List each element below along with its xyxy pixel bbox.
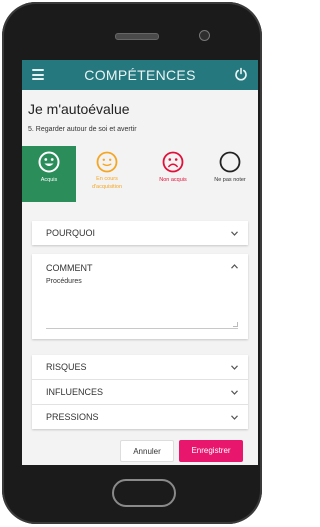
home-button[interactable]	[112, 479, 176, 507]
phone-speaker	[115, 33, 159, 40]
save-button[interactable]: Enregistrer	[179, 440, 243, 462]
resize-handle-icon[interactable]	[233, 322, 238, 327]
rating-label: Ne pas noter	[214, 177, 246, 183]
rating-non-acquis[interactable]: Non acquis	[146, 146, 200, 202]
section-title: PRESSIONS	[46, 412, 99, 422]
chevron-down-icon	[231, 231, 238, 236]
section-title: RISQUES	[46, 362, 87, 372]
neutral-smile-face-icon	[96, 151, 118, 173]
chevron-down-icon	[231, 365, 238, 370]
chevron-up-icon[interactable]	[231, 264, 238, 269]
textarea-underline	[46, 328, 238, 329]
rating-label: En cours	[96, 176, 118, 182]
section-influences[interactable]: INFLUENCES	[32, 380, 248, 405]
smile-face-icon	[38, 151, 60, 173]
section-pressions[interactable]: PRESSIONS	[32, 405, 248, 429]
rating-ne-pas-noter[interactable]: Ne pas noter	[202, 146, 258, 202]
app-title: COMPÉTENCES	[84, 67, 196, 83]
screen: COMPÉTENCES Je m'autoévalue 5. Regarder …	[22, 60, 258, 465]
section-risques[interactable]: RISQUES	[32, 355, 248, 380]
rating-en-cours[interactable]: En cours d'acquisition	[80, 146, 134, 202]
chevron-down-icon	[231, 415, 238, 420]
empty-circle-icon	[219, 151, 241, 173]
section-title: INFLUENCES	[46, 387, 104, 397]
section-comment: COMMENT Procédures	[32, 254, 248, 339]
rating-options: Acquis En cours d'acquisition Non acquis…	[22, 146, 258, 202]
rating-label: Acquis	[40, 177, 58, 183]
phone-frame: COMPÉTENCES Je m'autoévalue 5. Regarder …	[2, 2, 262, 524]
rating-label-line2: d'acquisition	[91, 184, 123, 190]
section-pourquoi[interactable]: POURQUOI	[32, 221, 248, 245]
page-title: Je m'autoévalue	[28, 101, 130, 117]
sad-face-icon	[162, 151, 184, 173]
question-text: 5. Regarder autour de soi et avertir	[28, 126, 137, 133]
accordion-header[interactable]: POURQUOI	[32, 221, 248, 245]
section-title: POURQUOI	[46, 228, 96, 238]
comment-textarea[interactable]: Procédures	[46, 278, 82, 285]
rating-label: Non acquis	[159, 177, 187, 183]
app-bar: COMPÉTENCES	[22, 60, 258, 90]
chevron-down-icon	[231, 390, 238, 395]
cancel-button[interactable]: Annuler	[120, 440, 174, 462]
rating-acquis[interactable]: Acquis	[22, 146, 76, 202]
power-icon[interactable]	[234, 67, 248, 81]
section-title[interactable]: COMMENT	[46, 263, 93, 273]
section-group: RISQUES INFLUENCES PRESSIONS	[32, 355, 248, 429]
phone-camera	[199, 30, 210, 41]
